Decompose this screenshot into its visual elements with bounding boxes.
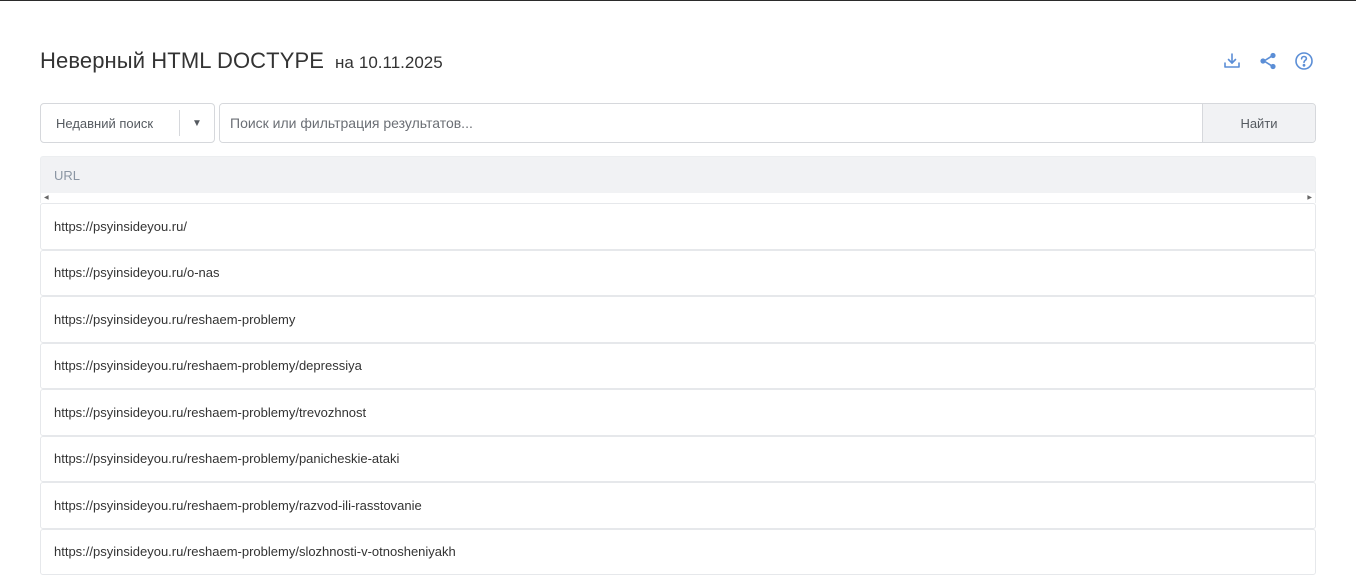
search-bar: Недавний поиск ▼ Найти [40,103,1316,143]
url-link[interactable]: https://psyinsideyou.ru/o-nas [54,265,219,280]
find-button[interactable]: Найти [1202,104,1315,142]
table-row: https://psyinsideyou.ru/ [40,203,1316,250]
table-header: URL [40,156,1316,193]
share-icon [1260,52,1276,70]
date-prefix: на [335,53,354,72]
column-header-url[interactable]: URL [54,168,80,183]
url-link[interactable]: https://psyinsideyou.ru/reshaem-problemy… [54,498,422,513]
recent-search-label: Недавний поиск [56,115,154,131]
table-row: https://psyinsideyou.ru/reshaem-problemy… [40,435,1316,482]
table-row: https://psyinsideyou.ru/reshaem-problemy [40,296,1316,343]
top-border [0,0,1356,1]
table-row: https://psyinsideyou.ru/reshaem-problemy… [40,389,1316,436]
horizontal-scrollbar[interactable]: ◀ ▶ [40,193,1316,203]
table-row: https://psyinsideyou.ru/reshaem-problemy… [40,528,1316,575]
share-button[interactable] [1256,49,1280,73]
url-link[interactable]: https://psyinsideyou.ru/reshaem-problemy… [54,405,366,420]
page-title: Неверный HTML DOCTYPE [40,48,325,73]
table-row: https://psyinsideyou.ru/o-nas [40,249,1316,296]
title-wrap: Неверный HTML DOCTYPE на 10.11.2025 [40,48,443,74]
download-button[interactable] [1220,49,1244,73]
help-button[interactable] [1292,49,1316,73]
recent-search-dropdown[interactable]: Недавний поиск ▼ [40,103,215,143]
download-icon [1224,53,1240,68]
results-table: URL ◀ ▶ https://psyinsideyou.ru/ https:/… [40,156,1316,575]
url-link[interactable]: https://psyinsideyou.ru/reshaem-problemy… [54,451,399,466]
help-icon [1295,52,1313,70]
caret-down-icon[interactable]: ▼ [180,118,214,129]
header-actions [1220,49,1316,73]
url-link[interactable]: https://psyinsideyou.ru/reshaem-problemy [54,312,295,327]
url-link[interactable]: https://psyinsideyou.ru/reshaem-problemy… [54,358,362,373]
table-row: https://psyinsideyou.ru/reshaem-problemy… [40,482,1316,529]
url-link[interactable]: https://psyinsideyou.ru/reshaem-problemy… [54,544,456,559]
table-row: https://psyinsideyou.ru/reshaem-problemy… [40,342,1316,389]
page-header: Неверный HTML DOCTYPE на 10.11.2025 [40,44,1316,78]
scroll-left-arrow-icon[interactable]: ◀ [44,194,49,202]
report-date: 10.11.2025 [358,53,443,72]
url-link[interactable]: https://psyinsideyou.ru/ [54,219,187,234]
scroll-right-arrow-icon[interactable]: ▶ [1307,194,1312,202]
search-input[interactable] [220,104,1202,142]
search-group: Найти [219,103,1316,143]
